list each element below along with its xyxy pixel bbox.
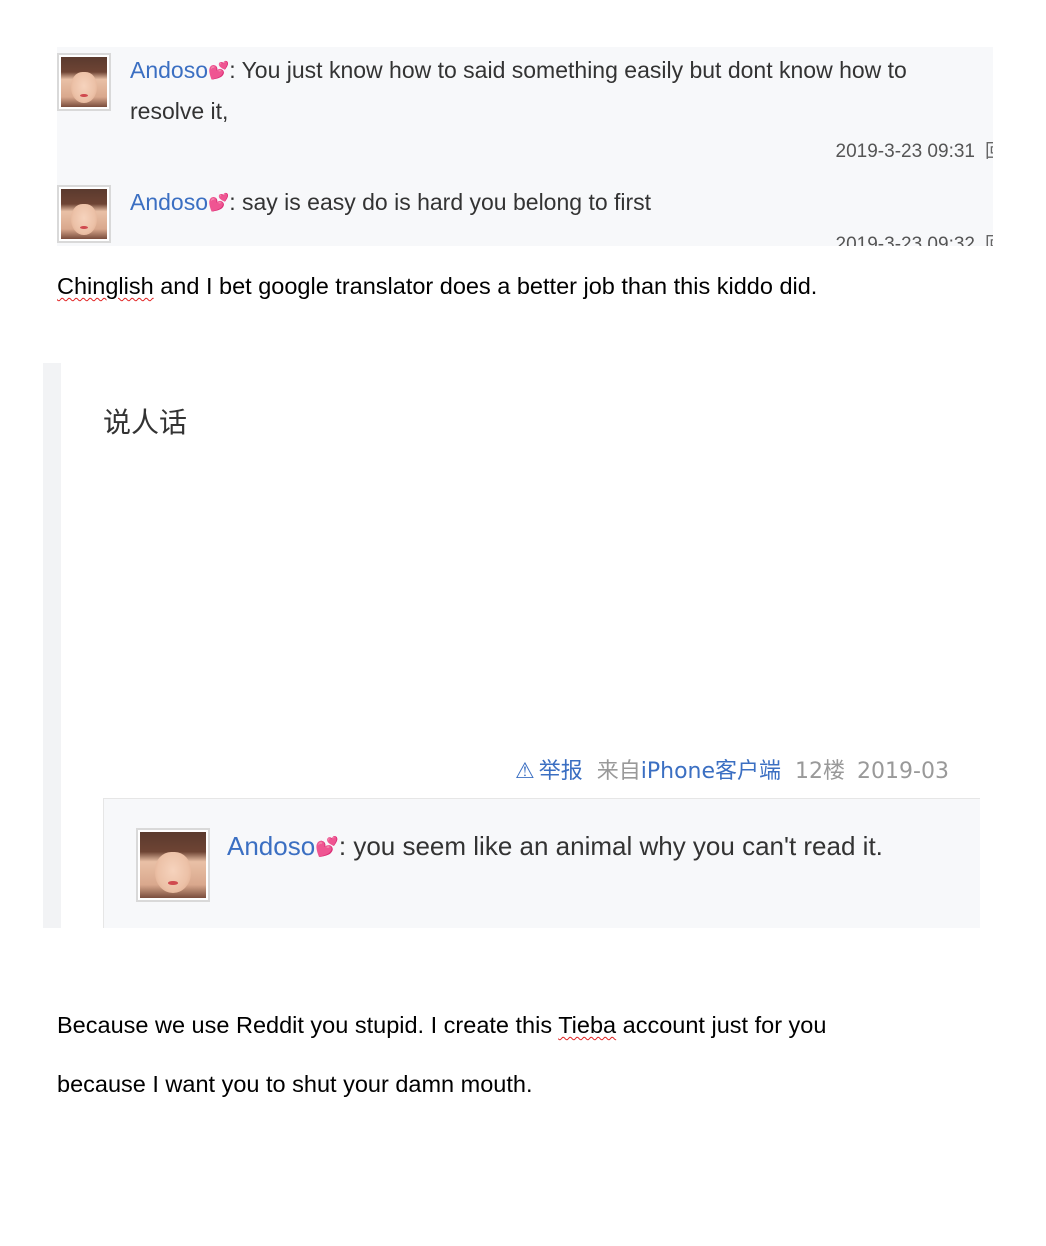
sub-reply: Andoso💕: you seem like an animal why you…	[103, 798, 980, 928]
heart-emoji-icon: 💕	[208, 193, 230, 212]
misspelled-word: Tieba	[558, 1012, 617, 1038]
reply-meta: 2019-3-23 09:31 回复	[836, 136, 993, 163]
post-meta: ⚠ 举报 来自iPhone客户端 12楼 2019-03	[515, 753, 949, 785]
reply-list-screenshot: Andoso💕: You just know how to said somet…	[57, 47, 993, 246]
prose-paragraph: Because we use Reddit you stupid. I crea…	[57, 1012, 826, 1039]
warning-icon[interactable]: ⚠	[515, 759, 535, 784]
avatar[interactable]	[57, 185, 111, 243]
floor-number: 12楼	[795, 759, 846, 784]
prose-paragraph: Chinglish and I bet google translator do…	[57, 273, 817, 300]
prose-text: and I bet google translator does a bette…	[153, 273, 818, 299]
prose-text: Because we use Reddit you stupid. I crea…	[57, 1012, 559, 1038]
post-left-bar	[43, 363, 61, 928]
reply-message: say is easy do is hard you belong to fir…	[241, 189, 652, 215]
heart-emoji-icon: 💕	[315, 837, 339, 858]
avatar-photo	[61, 57, 107, 107]
sub-reply-text: Andoso💕: you seem like an animal why you…	[227, 831, 883, 862]
reply-button[interactable]: 回复	[985, 141, 993, 162]
from-label: 来自	[596, 759, 641, 784]
avatar[interactable]	[57, 53, 111, 111]
post-screenshot: 说人话 ⚠ 举报 来自iPhone客户端 12楼 2019-03 Andoso💕: yo…	[43, 363, 980, 928]
heart-emoji-icon: 💕	[208, 61, 230, 80]
reply-separator: :	[229, 57, 236, 83]
reply-timestamp: 2019-3-23 09:32	[835, 234, 975, 246]
username-link[interactable]: Andoso	[130, 57, 208, 83]
avatar[interactable]	[136, 828, 210, 902]
avatar-photo	[61, 189, 107, 239]
prose-paragraph: because I want you to shut your damn mou…	[57, 1071, 533, 1098]
reply-separator: :	[229, 189, 236, 215]
post-date: 2019-03	[857, 759, 949, 784]
prose-text: because I want you to shut your damn mou…	[57, 1071, 533, 1097]
sub-reply-message: you seem like an animal why you can't re…	[353, 831, 883, 861]
misspelled-word: Chinglish	[57, 273, 154, 299]
username-link[interactable]: Andoso	[130, 189, 208, 215]
reply-timestamp: 2019-3-23 09:31	[835, 141, 975, 162]
reply-separator: :	[338, 831, 347, 861]
post-content: 说人话	[103, 406, 188, 439]
avatar-photo	[140, 832, 206, 898]
reply-button[interactable]: 回复	[985, 234, 993, 246]
reply-item: Andoso💕: say is easy do is hard you belo…	[57, 183, 993, 246]
report-link[interactable]: 举报	[539, 759, 583, 784]
reply-meta: 2019-3-23 09:32 回复	[836, 229, 993, 246]
prose-text: account just for you	[616, 1012, 827, 1038]
reply-message: You just know how to said something easi…	[130, 57, 907, 124]
username-link[interactable]: Andoso	[227, 831, 315, 861]
reply-text: Andoso💕: You just know how to said somet…	[130, 51, 963, 130]
client-link[interactable]: iPhone客户端	[641, 759, 781, 784]
reply-text: Andoso💕: say is easy do is hard you belo…	[130, 183, 963, 224]
reply-item: Andoso💕: You just know how to said somet…	[57, 47, 993, 177]
